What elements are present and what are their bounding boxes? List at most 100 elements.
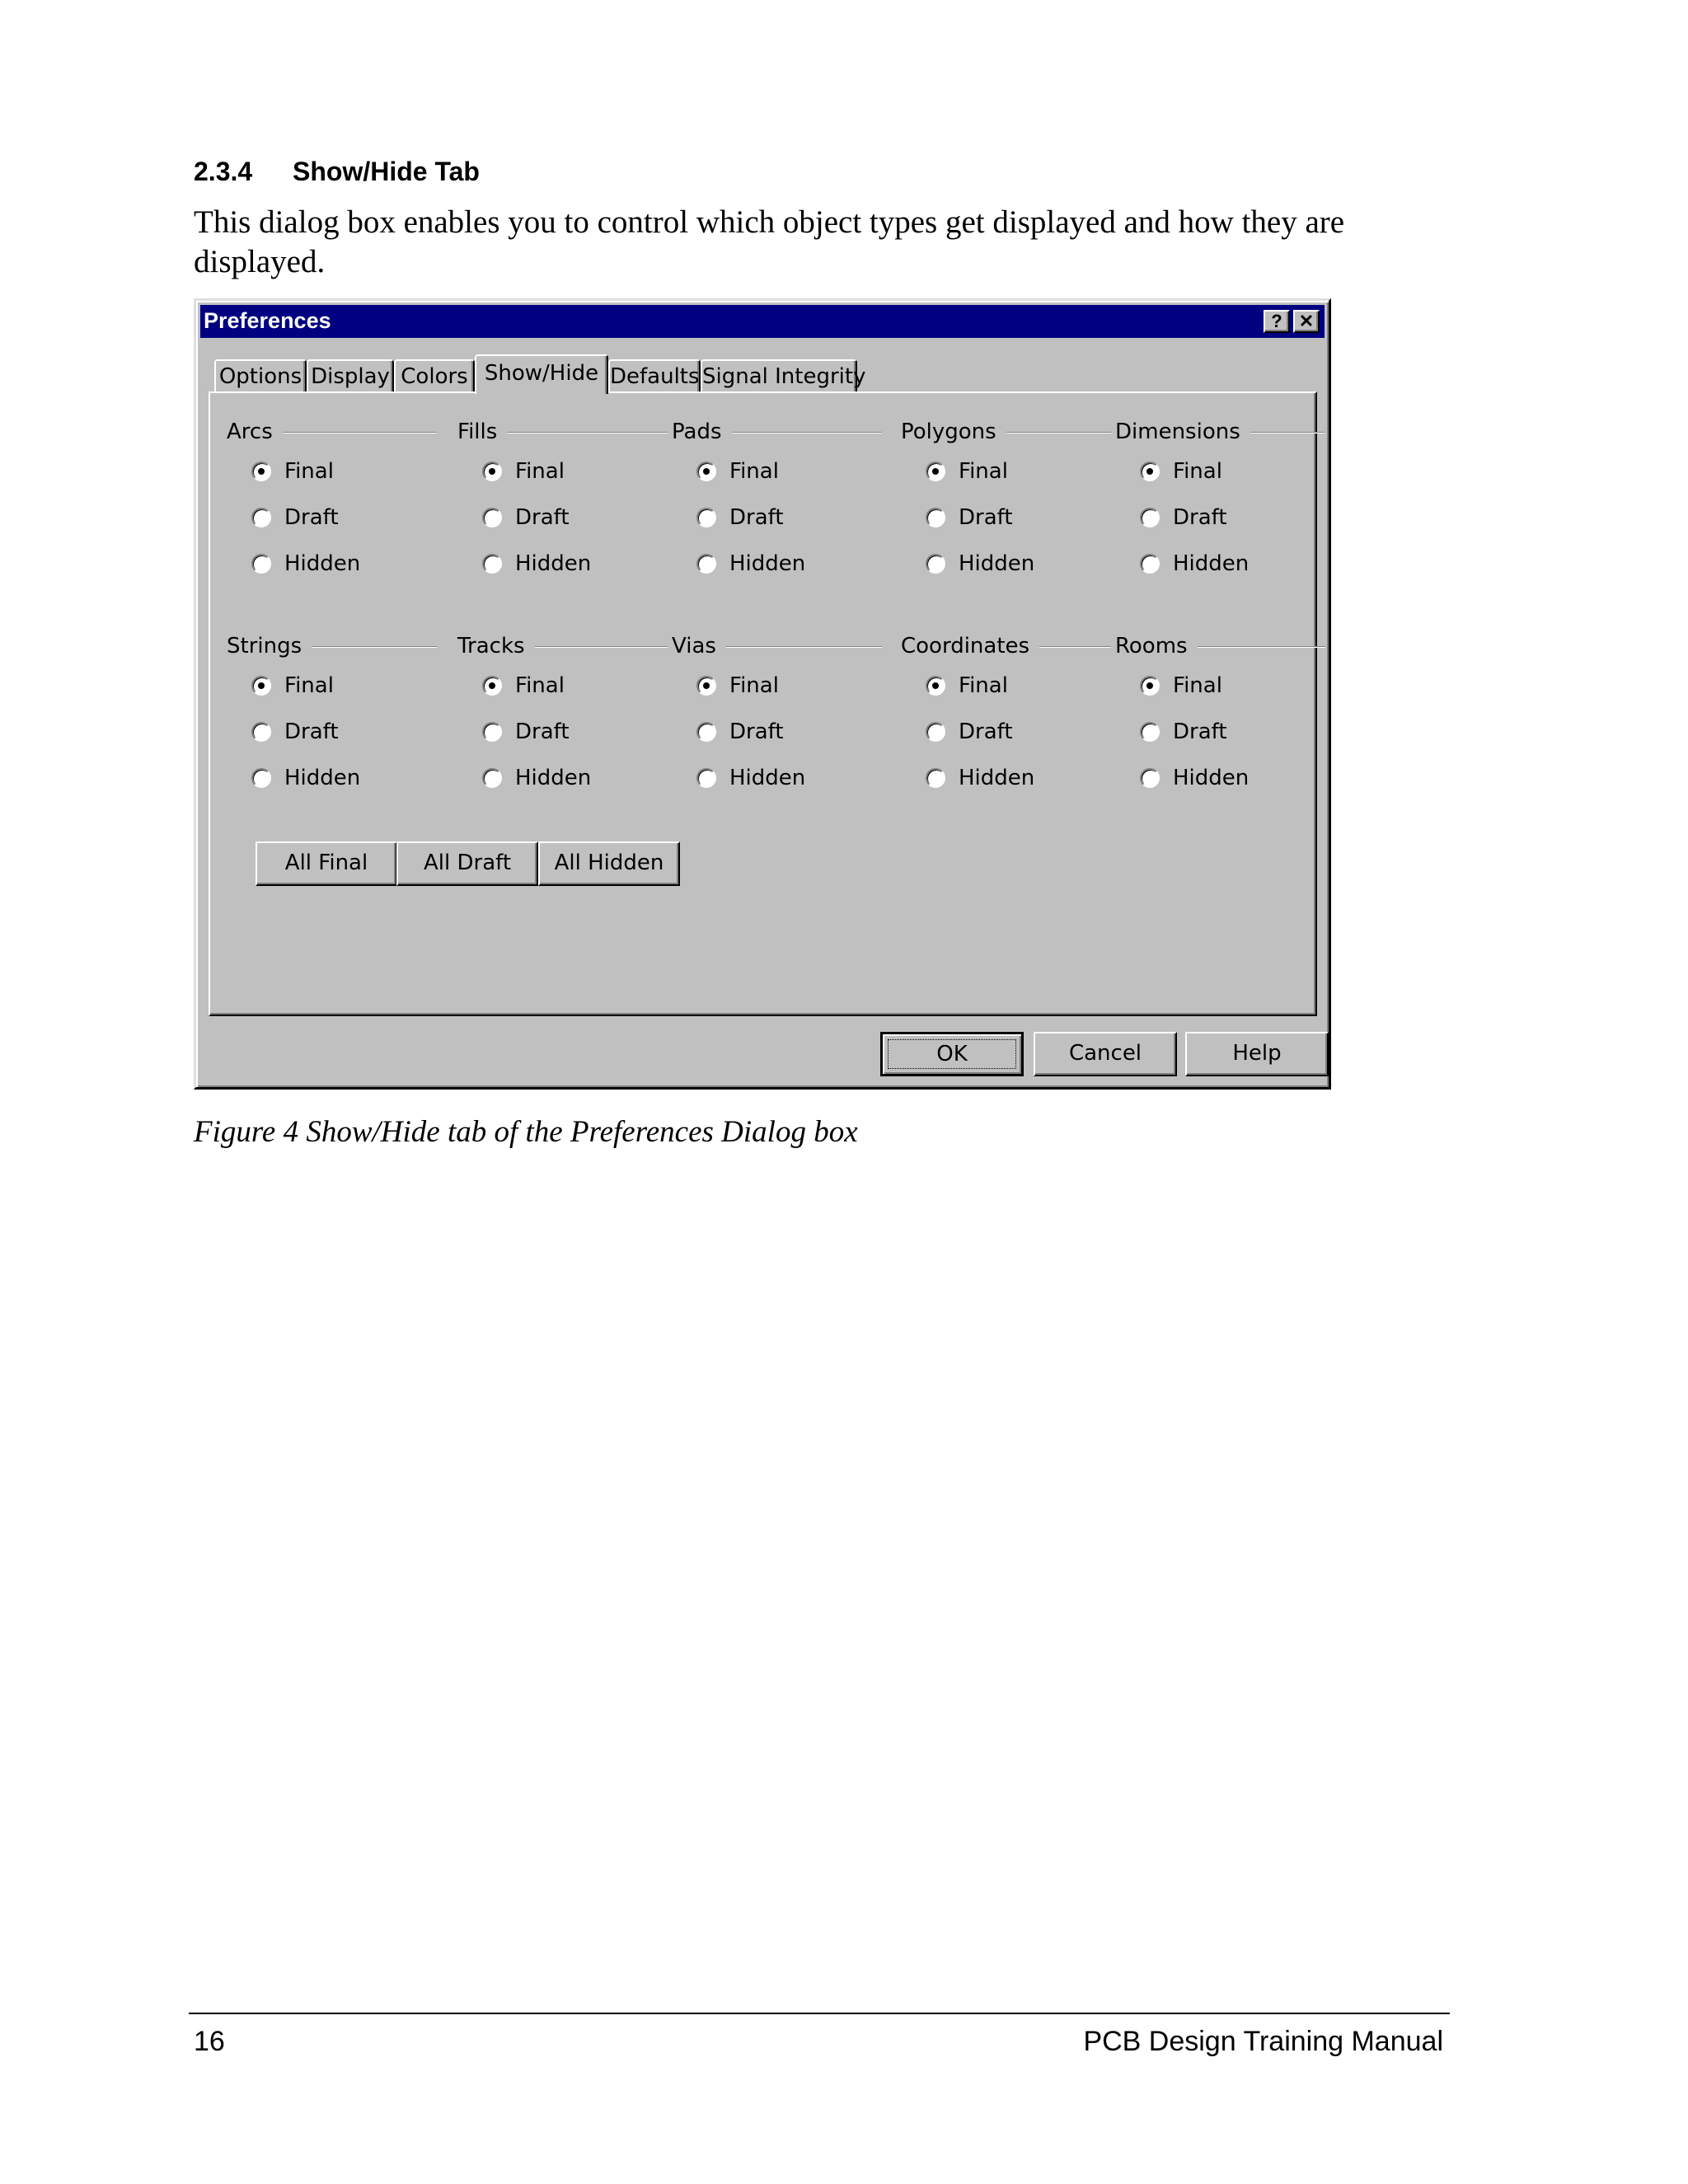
radio-button[interactable] bbox=[696, 462, 716, 481]
radio-label: Hidden bbox=[515, 551, 592, 576]
radio-label: Hidden bbox=[515, 766, 592, 790]
group-header: Fills bbox=[457, 418, 668, 446]
radio-label: Hidden bbox=[729, 551, 806, 576]
radio-label: Hidden bbox=[284, 551, 361, 576]
radio-button[interactable] bbox=[251, 508, 271, 527]
radio-label: Final bbox=[959, 459, 1008, 484]
radio-button[interactable] bbox=[1140, 722, 1160, 742]
all-hidden-button[interactable]: All Hidden bbox=[538, 841, 680, 886]
radio-button[interactable] bbox=[696, 508, 716, 527]
radio-button[interactable] bbox=[482, 508, 502, 527]
group-label-pads: Pads bbox=[672, 418, 732, 446]
group-vias: Vias Final Draft Hidden bbox=[672, 632, 882, 797]
help-icon[interactable]: ? bbox=[1264, 310, 1290, 333]
radio-button[interactable] bbox=[696, 554, 716, 574]
radio-label: Draft bbox=[959, 505, 1013, 530]
group-arcs: Arcs Final Draft Hidden bbox=[227, 418, 437, 583]
radio-button[interactable] bbox=[251, 554, 271, 574]
group-coordinates: Coordinates Final Draft Hidden bbox=[901, 632, 1111, 797]
group-dimensions: Dimensions Final Draft Hidden bbox=[1115, 418, 1325, 583]
group-label-strings: Strings bbox=[227, 632, 312, 660]
tab-colors[interactable]: Colors bbox=[394, 359, 475, 392]
dialog-titlebar: Preferences ? ✕ bbox=[200, 305, 1325, 338]
all-draft-button[interactable]: All Draft bbox=[396, 841, 538, 886]
group-label-vias: Vias bbox=[672, 632, 726, 660]
radio-button[interactable] bbox=[482, 768, 502, 788]
radio-label: Final bbox=[1173, 459, 1222, 484]
group-header: Arcs bbox=[227, 418, 437, 446]
radio-button[interactable] bbox=[926, 554, 945, 574]
radio-label: Hidden bbox=[284, 766, 361, 790]
radio-label: Draft bbox=[729, 719, 784, 744]
group-label-coordinates: Coordinates bbox=[901, 632, 1040, 660]
group-rooms: Rooms Final Draft Hidden bbox=[1115, 632, 1325, 797]
group-fills: Fills Final Draft Hidden bbox=[457, 418, 668, 583]
tab-display[interactable]: Display bbox=[307, 359, 394, 392]
radio-label: Final bbox=[284, 673, 334, 698]
group-header: Rooms bbox=[1115, 632, 1325, 660]
radio-label: Final bbox=[515, 673, 565, 698]
footer-rule bbox=[189, 2013, 1450, 2014]
group-strings: Strings Final Draft Hidden bbox=[227, 632, 437, 797]
radio-label: Final bbox=[284, 459, 334, 484]
group-label-tracks: Tracks bbox=[457, 632, 535, 660]
group-header: Coordinates bbox=[901, 632, 1111, 660]
group-label-polygons: Polygons bbox=[901, 418, 1006, 446]
radio-button[interactable] bbox=[696, 722, 716, 742]
radio-button[interactable] bbox=[482, 676, 502, 696]
radio-button[interactable] bbox=[696, 768, 716, 788]
figure-caption: Figure 4 Show/Hide tab of the Preference… bbox=[194, 1115, 858, 1149]
radio-button[interactable] bbox=[482, 722, 502, 742]
tab-options[interactable]: Options bbox=[214, 359, 307, 392]
document-page: 2.3.4 Show/Hide Tab This dialog box enabl… bbox=[0, 0, 1688, 2184]
ok-button[interactable]: OK bbox=[880, 1032, 1024, 1076]
radio-button[interactable] bbox=[1140, 554, 1160, 574]
radio-label: Draft bbox=[515, 719, 570, 744]
radio-label: Hidden bbox=[1173, 766, 1250, 790]
radio-label: Draft bbox=[515, 505, 570, 530]
radio-label: Draft bbox=[1173, 719, 1227, 744]
body-paragraph: This dialog box enables you to control w… bbox=[194, 204, 1345, 279]
group-label-dimensions: Dimensions bbox=[1115, 418, 1250, 446]
radio-button[interactable] bbox=[482, 462, 502, 481]
group-tracks: Tracks Final Draft Hidden bbox=[457, 632, 668, 797]
radio-button[interactable] bbox=[926, 722, 945, 742]
radio-button[interactable] bbox=[251, 676, 271, 696]
radio-label: Draft bbox=[1173, 505, 1227, 530]
group-header: Vias bbox=[672, 632, 882, 660]
radio-button[interactable] bbox=[926, 768, 945, 788]
radio-label: Final bbox=[1173, 673, 1222, 698]
focus-rect bbox=[888, 1039, 1016, 1069]
radio-button[interactable] bbox=[696, 676, 716, 696]
radio-button[interactable] bbox=[926, 676, 945, 696]
radio-label: Draft bbox=[284, 505, 339, 530]
tab-signal-integrity[interactable]: Signal Integrity bbox=[701, 359, 865, 392]
radio-button[interactable] bbox=[1140, 676, 1160, 696]
radio-button[interactable] bbox=[926, 508, 945, 527]
radio-label: Hidden bbox=[1173, 551, 1250, 576]
help-button[interactable]: Help bbox=[1185, 1032, 1329, 1076]
cancel-button[interactable]: Cancel bbox=[1034, 1032, 1177, 1076]
tab-defaults[interactable]: Defaults bbox=[608, 359, 701, 392]
tab-show-hide[interactable]: Show/Hide bbox=[475, 354, 608, 394]
radio-button[interactable] bbox=[251, 722, 271, 742]
radio-button[interactable] bbox=[1140, 508, 1160, 527]
radio-label: Hidden bbox=[729, 766, 806, 790]
radio-button[interactable] bbox=[1140, 462, 1160, 481]
radio-button[interactable] bbox=[482, 554, 502, 574]
all-final-button[interactable]: All Final bbox=[256, 841, 397, 886]
radio-button[interactable] bbox=[1140, 768, 1160, 788]
group-header: Pads bbox=[672, 418, 882, 446]
radio-label: Draft bbox=[284, 719, 339, 744]
radio-label: Final bbox=[515, 459, 565, 484]
preferences-dialog: Preferences ? ✕ Options Display Colors Show… bbox=[194, 298, 1331, 1090]
dialog-title: Preferences bbox=[204, 308, 331, 333]
section-title: Show/Hide Tab bbox=[293, 157, 480, 186]
radio-button[interactable] bbox=[251, 768, 271, 788]
section-heading: 2.3.4 Show/Hide Tab bbox=[194, 157, 480, 187]
radio-button[interactable] bbox=[926, 462, 945, 481]
radio-button[interactable] bbox=[251, 462, 271, 481]
close-icon[interactable]: ✕ bbox=[1293, 310, 1320, 333]
radio-label: Hidden bbox=[959, 766, 1035, 790]
group-label-arcs: Arcs bbox=[227, 418, 283, 446]
